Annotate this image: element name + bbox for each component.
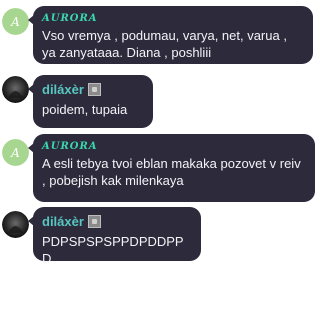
message-text: A esli tebya tvoi eblan makaka pozovet v…: [42, 156, 301, 188]
dilaxer-avatar-icon: [2, 211, 29, 238]
aurora-avatar-icon: A: [2, 139, 29, 166]
message-bubble: diláxèr PDPSPSPSPPDPDDPPD: [28, 207, 201, 266]
author-row: AURORA: [42, 140, 306, 152]
svg-text:A: A: [10, 15, 20, 29]
message-bubble: diláxèr poidem, tupaia: [28, 75, 153, 128]
message-item: diláxèr PDPSPSPSPPDPDDPPD: [0, 205, 320, 266]
author-row: AURORA: [42, 12, 304, 24]
badge-icon: [87, 82, 101, 96]
author-name[interactable]: AURORA: [42, 13, 98, 24]
svg-text:A: A: [10, 146, 20, 160]
avatar-dilaxer[interactable]: [2, 76, 29, 103]
author-name[interactable]: diláxèr: [42, 214, 84, 229]
author-row: diláxèr: [42, 81, 144, 97]
badge-icon: [87, 214, 101, 228]
message-bubble: AURORA Vso vremya , podumau, varya, net,…: [28, 6, 313, 64]
avatar-dilaxer[interactable]: [2, 211, 29, 238]
avatar-aurora[interactable]: A: [2, 8, 29, 35]
dilaxer-avatar-icon: [2, 76, 29, 103]
chat-thread: A AURORA Vso vremya , podumau, varya, ne…: [0, 0, 320, 313]
message-text: PDPSPSPSPPDPDDPPD: [42, 234, 184, 266]
avatar-aurora[interactable]: A: [2, 139, 29, 166]
message-bubble: AURORA A esli tebya tvoi eblan makaka po…: [28, 134, 315, 202]
message-item: diláxèr poidem, tupaia: [0, 73, 320, 133]
message-text: Vso vremya , podumau, varya, net, varua …: [42, 28, 287, 60]
author-row: diláxèr: [42, 213, 192, 229]
author-name[interactable]: AURORA: [42, 141, 98, 152]
aurora-avatar-icon: A: [2, 8, 29, 35]
message-item: A AURORA A esli tebya tvoi eblan makaka …: [0, 133, 320, 205]
message-text: poidem, tupaia: [42, 102, 128, 117]
message-item: A AURORA Vso vremya , podumau, varya, ne…: [0, 2, 320, 68]
author-name[interactable]: diláxèr: [42, 82, 84, 97]
